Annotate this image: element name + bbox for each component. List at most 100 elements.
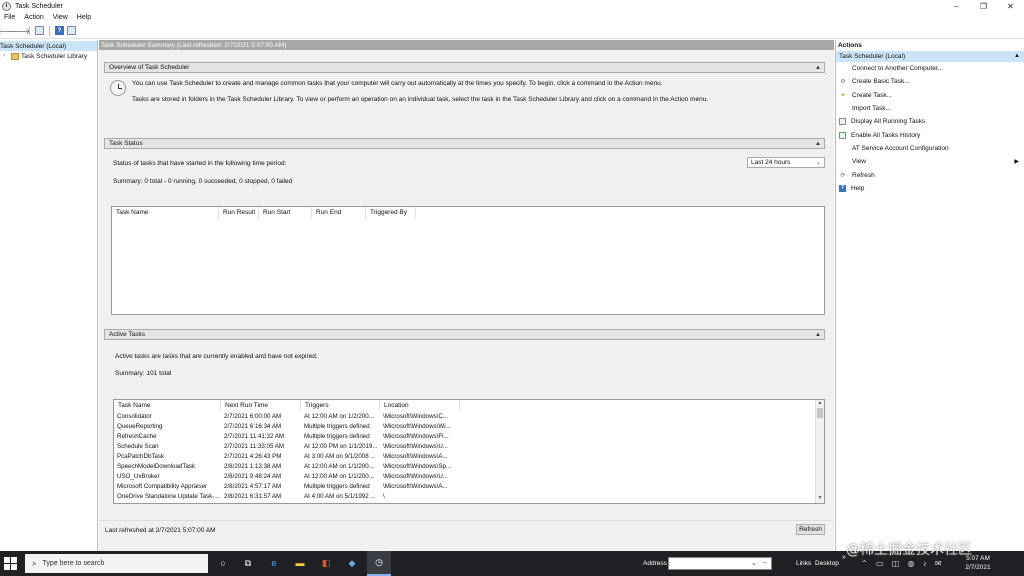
table-cell: \Microsoft\Windows\Wi... xyxy=(383,422,451,430)
windows-start-icon[interactable] xyxy=(4,557,17,570)
table-cell: Multiple triggers defined xyxy=(304,432,370,440)
table-cell: 2/7/2021 11:41:32 AM xyxy=(224,432,285,440)
column-header-triggers[interactable]: Triggers xyxy=(301,399,380,411)
table-row[interactable]: USO_UxBroker 2/8/2021 9:48:24 AM At 12:00 … xyxy=(114,472,824,482)
table-row[interactable]: Consolidator 2/7/2021 6:00:00 AM At 12:00 … xyxy=(114,411,824,421)
table-cell: \Microsoft\Windows\U... xyxy=(383,473,448,481)
action-refresh[interactable]: ⟳ Refresh xyxy=(836,168,1024,181)
column-header-run-end[interactable]: Run End xyxy=(312,206,366,219)
show-hide-action-pane-icon[interactable] xyxy=(67,26,76,35)
title-bar: Task Scheduler – ❐ ✕ xyxy=(0,0,1024,12)
table-row[interactable]: Microsoft Compatibility Appraiser 2/8/202… xyxy=(114,482,824,492)
collapse-icon[interactable]: ▲ xyxy=(815,141,821,147)
task-status-section-header[interactable]: Task Status ▲ xyxy=(104,138,825,149)
task-view-icon[interactable]: ⧉ xyxy=(242,557,254,569)
summary-header: Task Scheduler Summary (Last refreshed: … xyxy=(99,40,834,50)
scroll-up-icon[interactable]: ▲ xyxy=(816,400,824,408)
refresh-button[interactable]: Refresh xyxy=(796,524,825,535)
menu-view[interactable]: View xyxy=(53,14,68,21)
toolbar-separator xyxy=(29,25,30,36)
task-scheduler-taskbar-icon[interactable]: ◷ xyxy=(367,551,391,576)
column-header-location[interactable]: Location xyxy=(380,399,460,411)
table-row[interactable]: Schedule Scan 2/7/2021 11:33:05 AM At 12:0… xyxy=(114,441,824,451)
collapse-icon[interactable]: ▲ xyxy=(815,65,821,71)
action-help[interactable]: ? Help xyxy=(836,182,1024,195)
action-import-task[interactable]: Import Task... xyxy=(836,102,1024,115)
table-cell: SpeechModelDownloadTask xyxy=(117,463,196,471)
table-cell: Multiple triggers defined xyxy=(304,422,370,430)
collapse-icon[interactable]: ▲ xyxy=(1014,53,1020,59)
close-button[interactable]: ✕ xyxy=(997,0,1024,12)
tree-item-label: Task Scheduler Library xyxy=(21,52,88,60)
go-arrow-icon[interactable]: → xyxy=(761,559,768,566)
action-label: Import Task... xyxy=(852,105,891,113)
edge-icon[interactable]: e xyxy=(268,557,280,569)
forward-arrow-icon[interactable]: 🡒 xyxy=(9,26,30,36)
menu-file[interactable]: File xyxy=(4,14,15,21)
column-header-triggered-by[interactable]: Triggered By xyxy=(366,206,416,219)
action-view[interactable]: View ▶ xyxy=(836,155,1024,168)
column-header-next-run-time[interactable]: Next Run Time xyxy=(221,399,301,411)
table-cell: Multiple triggers defined xyxy=(304,483,370,491)
action-create-basic-task[interactable]: ⚙ Create Basic Task... xyxy=(836,75,1024,88)
links-toolbar[interactable]: Links xyxy=(796,560,811,567)
collapse-icon[interactable]: ▲ xyxy=(815,332,821,338)
action-at-service-account-configuration[interactable]: AT Service Account Configuration xyxy=(836,142,1024,155)
chevron-down-icon[interactable]: ⌄ xyxy=(751,559,757,567)
actions-group-header[interactable]: Task Scheduler (Local) ▲ xyxy=(836,51,1024,62)
menu-help[interactable]: Help xyxy=(77,14,91,21)
column-header-task-name[interactable]: Task Name xyxy=(114,399,221,411)
taskbar-search-box[interactable]: ⌕ Type here to search xyxy=(25,554,208,573)
action-create-task[interactable]: ✦ Create Task... xyxy=(836,89,1024,102)
active-tasks-section-header[interactable]: Active Tasks ▲ xyxy=(104,329,825,340)
chevron-right-icon[interactable]: › xyxy=(0,53,8,59)
address-input[interactable]: ⌄ → xyxy=(668,557,772,570)
action-display-all-running-tasks[interactable]: Display All Running Tasks xyxy=(836,115,1024,128)
divider xyxy=(99,520,834,521)
overview-section-header[interactable]: Overview of Task Scheduler ▲ xyxy=(104,62,825,73)
table-row[interactable]: QueueReporting 2/7/2021 6:16:34 AM Multipl… xyxy=(114,421,824,431)
table-cell: \Microsoft\Windows\A... xyxy=(383,483,448,491)
task-status-table: Task Name Run Result Run Start Run End T… xyxy=(111,206,825,315)
help-icon[interactable]: ? xyxy=(55,26,64,35)
overview-text-1: You can use Task Scheduler to create and… xyxy=(132,80,663,87)
status-summary: Summary: 0 total - 0 running, 0 succeede… xyxy=(113,178,293,185)
history-icon xyxy=(839,131,846,139)
action-label: Refresh xyxy=(852,171,875,179)
minimize-button[interactable]: – xyxy=(943,0,970,12)
show-hide-console-tree-icon[interactable] xyxy=(35,26,44,35)
task-scheduler-app-icon xyxy=(2,1,11,11)
vertical-scrollbar[interactable]: ▲ ▼ xyxy=(815,400,824,503)
desktop-toolbar[interactable]: Desktop xyxy=(815,560,839,567)
table-row[interactable]: RefreshCache 2/7/2021 11:41:32 AM Multiple… xyxy=(114,431,824,441)
system-tray-icons[interactable]: ⌃ ▭ ◫ ◍ ♪ ✉ xyxy=(861,559,945,568)
section-title: Task Status xyxy=(109,140,143,147)
control-panel-icon[interactable]: ◆ xyxy=(346,557,358,569)
table-row[interactable]: SpeechModelDownloadTask 2/8/2021 1:13:38 … xyxy=(114,461,824,471)
tree-item-task-scheduler-library[interactable]: › Task Scheduler Library xyxy=(0,51,97,61)
action-label: Enable All Tasks History xyxy=(851,131,921,139)
action-enable-all-tasks-history[interactable]: Enable All Tasks History xyxy=(836,128,1024,141)
cortana-icon[interactable]: ○ xyxy=(217,557,229,569)
scroll-down-icon[interactable]: ▼ xyxy=(816,495,824,503)
selected-period: Last 24 hours xyxy=(751,159,791,166)
folder-icon xyxy=(11,52,19,60)
search-placeholder: Type here to search xyxy=(42,560,105,567)
column-header-run-start[interactable]: Run Start xyxy=(259,206,312,219)
refresh-icon: ⟳ xyxy=(840,172,846,179)
tree-item-task-scheduler-local[interactable]: Task Scheduler (Local) xyxy=(0,41,968,51)
column-header-run-result[interactable]: Run Result xyxy=(219,206,259,219)
table-row[interactable]: OneDrive Standalone Update Task-... 2/8/2… xyxy=(114,492,824,502)
table-cell: 2/8/2021 4:57:17 AM xyxy=(224,483,282,491)
time-period-select[interactable]: Last 24 hours ⌄ xyxy=(747,157,825,168)
scrollbar-thumb[interactable] xyxy=(817,408,823,418)
table-row[interactable]: PcaPatchDbTask 2/7/2021 4:26:43 PM At 3:00… xyxy=(114,451,824,461)
action-connect-to-another-computer[interactable]: Connect to Another Computer... xyxy=(836,62,1024,75)
office-icon[interactable]: ◧ xyxy=(320,557,332,569)
file-explorer-icon[interactable]: ▬ xyxy=(294,557,306,569)
toolbar: 🡐 🡒 ? xyxy=(0,23,1024,39)
menu-bar: File Action View Help xyxy=(0,12,1024,23)
maximize-button[interactable]: ❐ xyxy=(970,0,997,12)
column-header-task-name[interactable]: Task Name xyxy=(112,206,219,219)
menu-action[interactable]: Action xyxy=(24,14,43,21)
